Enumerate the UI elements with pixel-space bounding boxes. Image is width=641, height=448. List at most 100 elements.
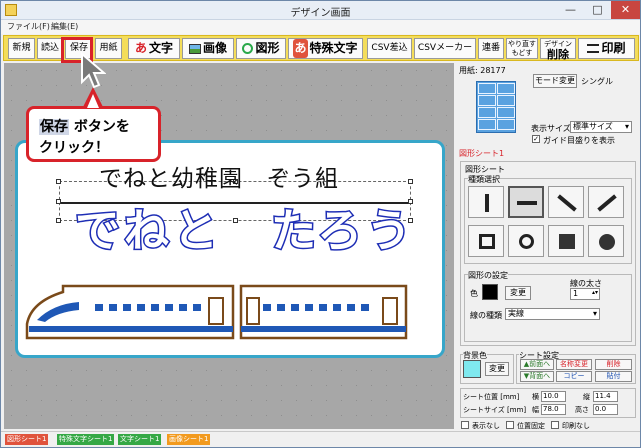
circle-shape-icon [242,43,254,54]
instruction-callout: 保存 ボタンを クリック！ [26,106,161,162]
color-change-button[interactable]: 変更 [505,286,531,300]
print-button-label: 印刷 [601,41,626,55]
x-position-input[interactable]: 10.0 [541,391,566,402]
callout-tail-fill [87,94,99,108]
shape-diagonal-down-button[interactable] [548,186,584,218]
maximize-button[interactable]: □ [584,1,611,19]
sheet-tab-shape[interactable]: 図形シート1 [5,434,49,445]
minimize-button[interactable]: — [557,1,584,19]
special-text-button[interactable]: あ特殊文字 [288,38,363,59]
callout-line-2: クリック！ [39,140,109,156]
shape-rectangle-button[interactable] [468,225,504,257]
sheet-position-label: シート位置 [mm] [463,393,520,401]
send-to-back-button[interactable]: ▼背面へ [520,371,554,382]
height-label: 高さ [575,406,589,414]
sheet-tab-bar: 図形シート1 特殊文字シート1 文字シート1 画像シート1 [1,431,640,447]
delete-label: 削除 [547,48,569,61]
lock-position-label: 位置固定 [517,422,545,430]
spinner-icon: ▴▾ [591,289,598,296]
undo-redo-button[interactable]: やり直す もどす [506,38,538,59]
shape-circle-button[interactable] [508,225,544,257]
sheet-tab-image[interactable]: 画像シート1 [167,434,211,445]
menu-edit[interactable]: 編集(E) [51,21,78,32]
no-print-label: 印刷なし [562,422,590,430]
hide-checkbox[interactable] [461,421,469,429]
line-type-select[interactable]: 実線 ▾ [505,308,600,320]
sheet-tab-special-text[interactable]: 特殊文字シート1 [57,434,115,445]
line-type-value: 実線 [508,309,524,318]
printer-icon [587,44,600,53]
display-size-value: 標準サイズ [573,122,613,131]
delete-design-button[interactable]: デザイン 削除 [540,38,576,61]
resize-handle[interactable] [408,179,413,184]
class-name-text[interactable]: でねと幼稚園 ぞう組 [99,159,339,193]
line-type-label: 線の種類 [470,311,502,320]
bullet-train-illustration[interactable] [23,280,411,340]
shape-settings-title: 図形の設定 [468,270,508,281]
shape-filled-rectangle-button[interactable] [548,225,584,257]
delete-sheet-button[interactable]: 削除 [595,359,632,370]
width-input[interactable]: 78.0 [541,404,566,415]
no-print-checkbox[interactable] [551,421,559,429]
y-position-input[interactable]: 11.4 [593,391,618,402]
dropdown-arrow-icon: ▾ [624,122,629,131]
shape-type-title: 種類選択 [468,174,500,185]
guide-checkbox[interactable]: ✓ [532,135,540,143]
display-size-label: 表示サイズ [531,124,571,133]
callout-highlight: 保存 [39,119,69,135]
window-title: デザイン画面 [290,8,351,19]
open-button[interactable]: 読込 [37,38,63,59]
bg-change-button[interactable]: 変更 [485,362,509,376]
close-button[interactable]: ✕ [611,1,640,19]
display-size-select[interactable]: 標準サイズ ▾ [570,121,632,133]
sheet-tab-text[interactable]: 文字シート1 [118,434,162,445]
resize-handle[interactable] [56,218,61,223]
text-button-label: 文字 [149,41,174,55]
menu-file[interactable]: ファイル(F) [7,21,50,32]
shape-filled-circle-button[interactable] [588,225,624,257]
x-label: 横 [532,393,539,401]
copy-button[interactable]: コピー [556,371,592,382]
title-bar: デザイン画面 — □ ✕ [1,1,640,20]
csv-maker-button[interactable]: CSVメーカー [414,38,476,59]
mode-value: シングル [581,77,613,86]
sheet-size-label: シートサイズ [mm] [463,406,527,414]
new-button[interactable]: 新規 [8,38,35,59]
guide-label: ガイド目盛りを表示 [543,136,615,145]
y-label: 縦 [583,393,590,401]
paper-id-label: 用紙: 28177 [459,66,506,75]
shape-button[interactable]: 図形 [236,38,286,59]
bring-to-front-button[interactable]: ▲前面へ [520,359,554,370]
bg-color-swatch[interactable] [463,360,481,378]
text-button[interactable]: あ文字 [128,38,180,59]
line-color-swatch[interactable] [482,284,498,300]
shape-horizontal-line-button[interactable] [508,186,544,218]
print-button[interactable]: 印刷 [578,38,635,59]
shape-diagonal-up-button[interactable] [588,186,624,218]
height-input[interactable]: 0.0 [593,404,618,415]
resize-handle[interactable] [56,179,61,184]
line-width-input[interactable]: 1 ▴▾ [570,288,600,300]
callout-line-1: 保存 ボタンを [39,116,130,136]
picture-icon [188,43,201,54]
shape-vertical-line-button[interactable] [468,186,504,218]
rename-button[interactable]: 名称変更 [556,359,592,370]
width-label: 幅 [532,406,539,414]
special-text-icon: あ [293,39,308,58]
sheet-layout-preview [476,81,516,133]
callout-line-1-rest: ボタンを [69,119,130,135]
color-label: 色 [470,289,478,298]
hide-label: 表示なし [472,422,500,430]
serial-number-button[interactable]: 連番 [478,38,504,59]
paste-button[interactable]: 貼付 [595,371,632,382]
image-button[interactable]: 画像 [182,38,234,59]
mode-change-button[interactable]: モード変更 [533,74,577,88]
lock-position-checkbox[interactable] [506,421,514,429]
line-width-value: 1 [573,289,579,298]
undo-label: やり直す [508,40,536,48]
csv-insert-button[interactable]: CSV差込 [367,38,412,59]
resize-handle[interactable] [56,199,61,204]
mouse-pointer-icon [81,52,106,89]
active-sheet-name: 図形シート1 [459,149,505,158]
child-name-text[interactable]: でねと たろう [73,194,415,259]
